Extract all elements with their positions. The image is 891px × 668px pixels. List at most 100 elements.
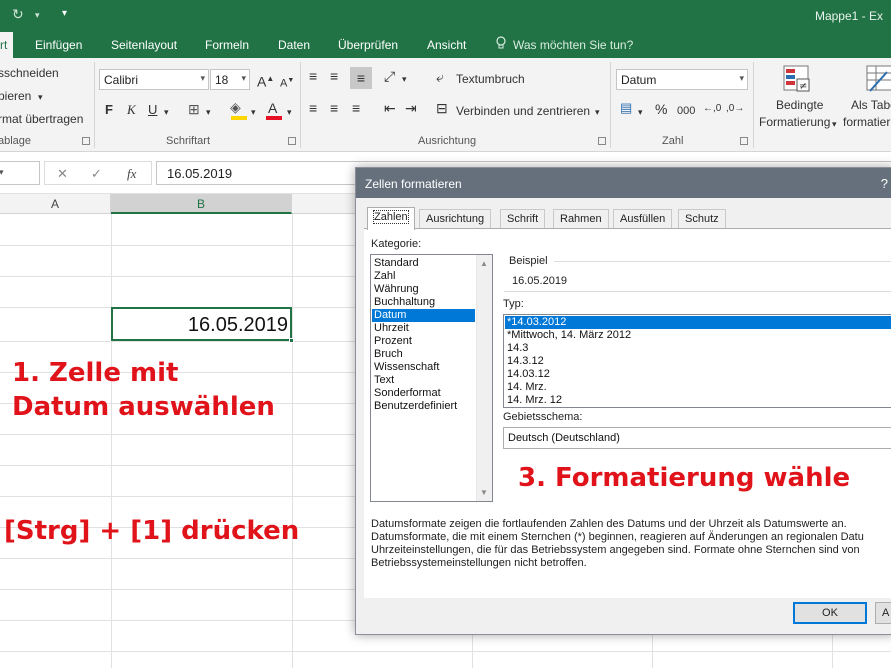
- increase-indent-icon[interactable]: ⇥: [405, 100, 417, 116]
- borders-dropdown-icon[interactable]: ▾: [206, 104, 211, 120]
- fill-color-dropdown-icon[interactable]: ▾: [251, 104, 256, 120]
- align-right-icon[interactable]: ≡: [352, 100, 360, 116]
- font-size-combo[interactable]: 18 ▾: [210, 69, 250, 90]
- category-list[interactable]: Standard Zahl Währung Buchhaltung Datum …: [370, 254, 493, 502]
- fill-handle[interactable]: [289, 338, 294, 343]
- tab-ueberpruefen[interactable]: Überprüfen: [338, 38, 398, 52]
- list-item[interactable]: Uhrzeit: [374, 322, 409, 335]
- customize-qat-icon[interactable]: ▾: [62, 8, 67, 19]
- fill-color-icon[interactable]: ◈: [230, 99, 241, 115]
- list-item[interactable]: 14. Mrz.: [507, 381, 547, 394]
- tab-ausrichtung[interactable]: Ausrichtung: [419, 209, 492, 229]
- shrink-font-button[interactable]: A▼: [280, 73, 294, 92]
- tab-zahlen[interactable]: Zahlen: [367, 207, 415, 230]
- name-box[interactable]: ▾: [0, 161, 40, 185]
- tell-me-input[interactable]: Was möchten Sie tun?: [513, 38, 633, 52]
- name-box-dropdown-icon[interactable]: ▾: [0, 167, 4, 178]
- font-launcher-icon[interactable]: [288, 137, 296, 145]
- selected-cell-b[interactable]: 16.05.2019: [111, 307, 292, 341]
- tab-einfuegen[interactable]: Einfügen: [35, 38, 82, 52]
- help-icon[interactable]: ?: [881, 176, 888, 191]
- format-as-table-icon[interactable]: [865, 64, 891, 94]
- ok-button[interactable]: OK: [793, 602, 867, 624]
- format-as-table-line1[interactable]: Als Tabe: [851, 98, 891, 112]
- list-item-selected[interactable]: *14.03.2012: [505, 316, 891, 329]
- italic-button[interactable]: K: [127, 102, 136, 118]
- tab-ansicht[interactable]: Ansicht: [427, 38, 466, 52]
- list-item[interactable]: 14.03.12: [507, 368, 550, 381]
- clipboard-launcher-icon[interactable]: [82, 137, 90, 145]
- conditional-formatting-icon[interactable]: ≠: [782, 64, 812, 94]
- copy-dropdown-icon[interactable]: ▾: [38, 89, 43, 105]
- underline-dropdown-icon[interactable]: ▾: [164, 104, 169, 120]
- insert-function-icon[interactable]: fx: [127, 166, 136, 182]
- tab-ausfuellen[interactable]: Ausfüllen: [613, 209, 673, 229]
- list-item[interactable]: *Mittwoch, 14. März 2012: [507, 329, 631, 342]
- accounting-dropdown-icon[interactable]: ▾: [638, 104, 643, 120]
- merge-center-button[interactable]: Verbinden und zentrieren: [456, 104, 590, 118]
- grow-font-button[interactable]: A▲: [257, 71, 274, 90]
- tab-rahmen[interactable]: Rahmen: [553, 209, 609, 229]
- merge-center-icon[interactable]: ⊟: [436, 100, 448, 116]
- list-item[interactable]: 14.3: [507, 342, 528, 355]
- cancel-button[interactable]: A: [875, 602, 891, 624]
- bold-button[interactable]: F: [105, 102, 113, 118]
- column-header-a[interactable]: A: [0, 194, 111, 214]
- tab-schutz[interactable]: Schutz: [678, 209, 726, 229]
- align-top-icon[interactable]: ≡: [309, 68, 317, 84]
- orientation-icon[interactable]: ⤢: [384, 68, 395, 84]
- number-launcher-icon[interactable]: [740, 137, 748, 145]
- enter-icon[interactable]: ✓: [91, 166, 102, 182]
- font-name-combo[interactable]: Calibri ▾: [99, 69, 209, 90]
- align-left-icon[interactable]: ≡: [309, 100, 317, 116]
- tab-start[interactable]: rt: [0, 32, 14, 58]
- type-list[interactable]: *14.03.2012 *Mittwoch, 14. März 2012 14.…: [503, 314, 891, 408]
- wrap-text-icon[interactable]: ⤶: [436, 69, 444, 85]
- align-middle-icon[interactable]: ≡: [330, 68, 338, 84]
- align-center-icon[interactable]: ≡: [330, 100, 338, 116]
- increase-decimal-icon[interactable]: ←,0: [703, 101, 721, 117]
- dialog-title-bar[interactable]: Zellen formatieren ?: [356, 168, 891, 198]
- font-color-icon[interactable]: A: [268, 100, 277, 116]
- borders-icon[interactable]: ⊞: [188, 101, 200, 117]
- redo-dropdown-icon[interactable]: ▾: [35, 10, 40, 21]
- merge-dropdown-icon[interactable]: ▾: [595, 104, 600, 120]
- list-item-selected[interactable]: Datum: [372, 309, 475, 322]
- cut-button[interactable]: sschneiden: [0, 66, 59, 80]
- format-as-table-line2[interactable]: formatier: [843, 115, 890, 129]
- scroll-up-icon[interactable]: ▲: [480, 259, 488, 268]
- percent-button[interactable]: %: [655, 101, 667, 117]
- underline-button[interactable]: U: [148, 102, 157, 118]
- category-scrollbar[interactable]: ▲ ▼: [476, 255, 492, 501]
- copy-button[interactable]: pieren: [0, 89, 31, 103]
- conditional-formatting-line1[interactable]: Bedingte: [776, 98, 823, 112]
- wrap-text-button[interactable]: Textumbruch: [456, 72, 525, 86]
- redo-icon[interactable]: ↻: [12, 6, 24, 23]
- scroll-down-icon[interactable]: ▼: [480, 488, 488, 497]
- tab-daten[interactable]: Daten: [278, 38, 310, 52]
- number-format-combo[interactable]: Datum ▾: [616, 69, 748, 90]
- list-item[interactable]: Währung: [374, 283, 419, 296]
- list-item[interactable]: Bruch: [374, 348, 403, 361]
- list-item[interactable]: Buchhaltung: [374, 296, 435, 309]
- conditional-dropdown-icon[interactable]: ▾: [832, 116, 837, 132]
- list-item[interactable]: 14.3.12: [507, 355, 544, 368]
- orientation-dropdown-icon[interactable]: ▾: [402, 71, 407, 87]
- tab-formeln[interactable]: Formeln: [205, 38, 249, 52]
- list-item[interactable]: Text: [374, 374, 394, 387]
- align-bottom-icon[interactable]: ≡: [350, 67, 372, 89]
- list-item[interactable]: 14. Mrz. 12: [507, 394, 562, 407]
- locale-select[interactable]: Deutsch (Deutschland): [503, 427, 891, 449]
- list-item[interactable]: Standard: [374, 257, 419, 270]
- list-item[interactable]: Zahl: [374, 270, 395, 283]
- tab-schrift[interactable]: Schrift: [500, 209, 546, 229]
- column-header-b[interactable]: B: [111, 194, 292, 214]
- list-item[interactable]: Sonderformat: [374, 387, 441, 400]
- alignment-launcher-icon[interactable]: [598, 137, 606, 145]
- decrease-decimal-icon[interactable]: ,0→: [726, 101, 744, 117]
- font-color-dropdown-icon[interactable]: ▾: [287, 104, 292, 120]
- cancel-icon[interactable]: ✕: [57, 166, 68, 182]
- conditional-formatting-line2[interactable]: Formatierung: [759, 115, 830, 129]
- decrease-indent-icon[interactable]: ⇤: [384, 100, 396, 116]
- format-painter-button[interactable]: rmat übertragen: [0, 112, 83, 126]
